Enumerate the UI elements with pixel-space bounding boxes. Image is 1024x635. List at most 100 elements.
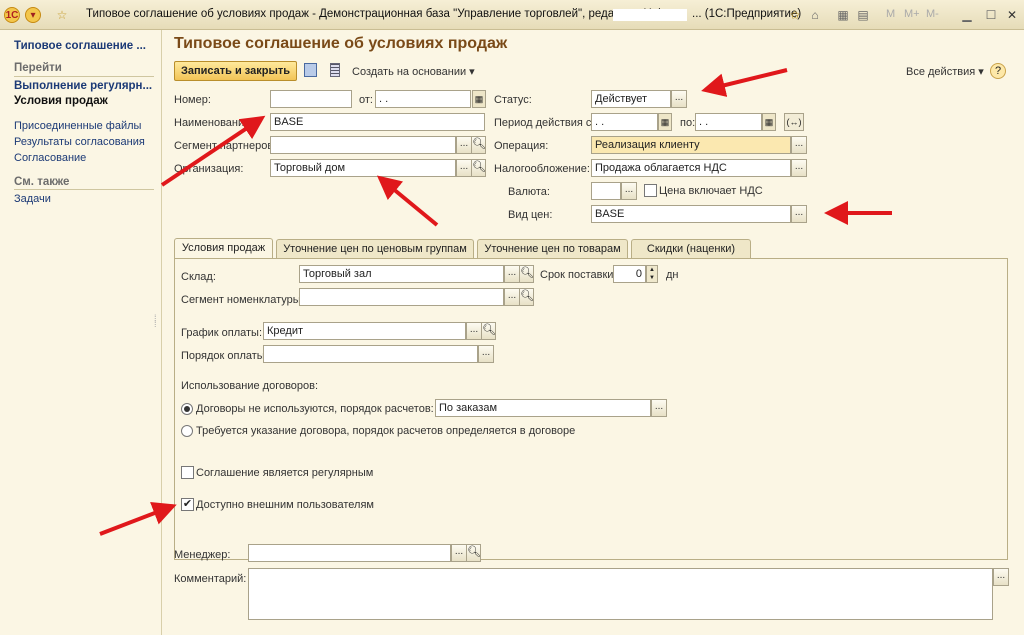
radio-no-contracts[interactable]: [181, 403, 193, 415]
price-type-label: Вид цен:: [508, 209, 553, 221]
regular-agreement-checkbox[interactable]: [181, 466, 194, 479]
price-includes-vat-checkbox[interactable]: [644, 184, 657, 197]
calculator-icon[interactable]: ▦: [836, 8, 850, 22]
radio-contract-required[interactable]: [181, 425, 193, 437]
period-to-input[interactable]: . .: [695, 113, 762, 131]
partner-segment-input[interactable]: [270, 136, 456, 154]
nomenclature-segment-select-button[interactable]: ...: [504, 288, 520, 306]
date-input[interactable]: . .: [375, 90, 471, 108]
delivery-input[interactable]: 0: [613, 265, 646, 283]
sidebar-header[interactable]: Типовое соглашение ...: [14, 40, 146, 52]
divider: [14, 76, 154, 77]
payment-schedule-label: График оплаты:: [181, 327, 263, 339]
contracts-usage-label: Использование договоров:: [181, 380, 319, 392]
all-actions-label: Все действия: [906, 66, 976, 78]
favorite-star-icon[interactable]: ☆: [55, 8, 69, 22]
close-icon[interactable]: ✕: [1005, 8, 1019, 22]
calendar-icon[interactable]: ▦: [472, 90, 486, 108]
currency-select-button[interactable]: ...: [621, 182, 637, 200]
window-titlebar: 1С ▾ ☆ Типовое соглашение об условиях пр…: [0, 0, 1024, 30]
redacted-area: [613, 9, 687, 21]
price-type-input[interactable]: BASE: [591, 205, 791, 223]
warehouse-label: Склад:: [181, 271, 216, 283]
nomenclature-segment-input[interactable]: [299, 288, 504, 306]
price-type-select-button[interactable]: ...: [791, 205, 807, 223]
delivery-stepper[interactable]: ▲ ▼: [646, 265, 658, 283]
period-from-input[interactable]: . .: [591, 113, 658, 131]
search-icon[interactable]: 🔍︎: [471, 159, 486, 177]
create-based-on-label: Создать на основании: [352, 66, 467, 78]
memory-plus-button[interactable]: M+: [904, 8, 920, 20]
name-input[interactable]: BASE: [270, 113, 485, 131]
external-users-label: Доступно внешним пользователям: [196, 499, 374, 511]
minimize-icon[interactable]: ▁: [960, 8, 974, 22]
external-users-checkbox[interactable]: ✔: [181, 498, 194, 511]
operation-label: Операция:: [494, 140, 549, 152]
list-icon[interactable]: [330, 63, 340, 77]
search-icon[interactable]: 🔍︎: [466, 544, 481, 562]
sidebar-link-files[interactable]: Присоединенные файлы: [14, 120, 141, 132]
search-icon[interactable]: 🔍︎: [471, 136, 486, 154]
warehouse-input[interactable]: Торговый зал: [299, 265, 504, 283]
calendar-icon[interactable]: ▦: [658, 113, 672, 131]
manager-label: Менеджер:: [174, 549, 231, 561]
calendar-icon[interactable]: ▤: [856, 8, 870, 22]
operation-input[interactable]: Реализация клиенту: [591, 136, 791, 154]
sidebar-item-regular[interactable]: Выполнение регулярн...: [14, 80, 152, 92]
warehouse-select-button[interactable]: ...: [504, 265, 520, 283]
settlement-order-select-button[interactable]: ...: [651, 399, 667, 417]
window-title: Типовое соглашение об условиях продаж - …: [86, 8, 660, 20]
page-title: Типовое соглашение об условиях продаж: [174, 35, 508, 52]
payment-order-select-button[interactable]: ...: [478, 345, 494, 363]
payment-order-input[interactable]: [263, 345, 478, 363]
memory-minus-button[interactable]: M-: [926, 8, 939, 20]
calendar-icon[interactable]: ▦: [762, 113, 776, 131]
favorites-add-icon[interactable]: ✩: [788, 8, 802, 22]
settlement-order-input[interactable]: По заказам: [435, 399, 651, 417]
tab-price-groups[interactable]: Уточнение цен по ценовым группам: [276, 239, 474, 259]
tax-input[interactable]: Продажа облагается НДС: [591, 159, 791, 177]
organization-input[interactable]: Торговый дом: [270, 159, 456, 177]
delivery-label: Срок поставки:: [540, 269, 617, 281]
all-actions-button[interactable]: Все действия ▾: [906, 65, 984, 78]
radio-no-contracts-label: Договоры не используются, порядок расчет…: [196, 403, 434, 415]
comment-expand-button[interactable]: ...: [993, 568, 1009, 586]
price-includes-vat-label: Цена включает НДС: [659, 185, 763, 197]
1c-logo-icon[interactable]: 1С: [4, 7, 20, 23]
maximize-icon[interactable]: ☐: [984, 8, 998, 22]
partner-segment-select-button[interactable]: ...: [456, 136, 472, 154]
menu-dropdown-icon[interactable]: ▾: [25, 7, 41, 23]
create-based-on-button[interactable]: Создать на основании ▾: [352, 65, 475, 78]
operation-select-button[interactable]: ...: [791, 136, 807, 154]
currency-input[interactable]: [591, 182, 621, 200]
sidebar-link-approval[interactable]: Согласование: [14, 152, 86, 164]
manager-input[interactable]: [248, 544, 451, 562]
tax-select-button[interactable]: ...: [791, 159, 807, 177]
home-icon[interactable]: ⌂: [808, 8, 822, 22]
save-and-close-button[interactable]: Записать и закрыть: [174, 61, 298, 81]
sidebar-link-tasks[interactable]: Задачи: [14, 193, 51, 205]
tab-sales-terms[interactable]: Условия продаж: [174, 238, 273, 259]
number-input[interactable]: [270, 90, 352, 108]
sidebar-item-sales-terms[interactable]: Условия продаж: [14, 95, 108, 107]
status-input[interactable]: Действует: [591, 90, 671, 108]
tab-discounts[interactable]: Скидки (наценки): [631, 239, 751, 259]
search-icon[interactable]: 🔍︎: [519, 288, 534, 306]
splitter-handle-icon[interactable]: ⁞ ⁞: [154, 314, 157, 329]
search-icon[interactable]: 🔍︎: [519, 265, 534, 283]
manager-select-button[interactable]: ...: [451, 544, 467, 562]
period-label: Период действия с:: [494, 117, 595, 129]
status-select-button[interactable]: ...: [671, 90, 687, 108]
period-swap-icon[interactable]: (↔): [784, 113, 804, 131]
comment-textarea[interactable]: [248, 568, 993, 620]
help-button[interactable]: ?: [990, 63, 1006, 79]
tab-price-goods[interactable]: Уточнение цен по товарам: [477, 239, 628, 259]
payment-schedule-select-button[interactable]: ...: [466, 322, 482, 340]
sidebar-link-results[interactable]: Результаты согласования: [14, 136, 145, 148]
organization-select-button[interactable]: ...: [456, 159, 472, 177]
payment-schedule-input[interactable]: Кредит: [263, 322, 466, 340]
memory-m-button[interactable]: M: [886, 8, 895, 20]
search-icon[interactable]: 🔍︎: [481, 322, 496, 340]
save-disk-icon[interactable]: [304, 63, 317, 77]
regular-agreement-label: Соглашение является регулярным: [196, 467, 374, 479]
